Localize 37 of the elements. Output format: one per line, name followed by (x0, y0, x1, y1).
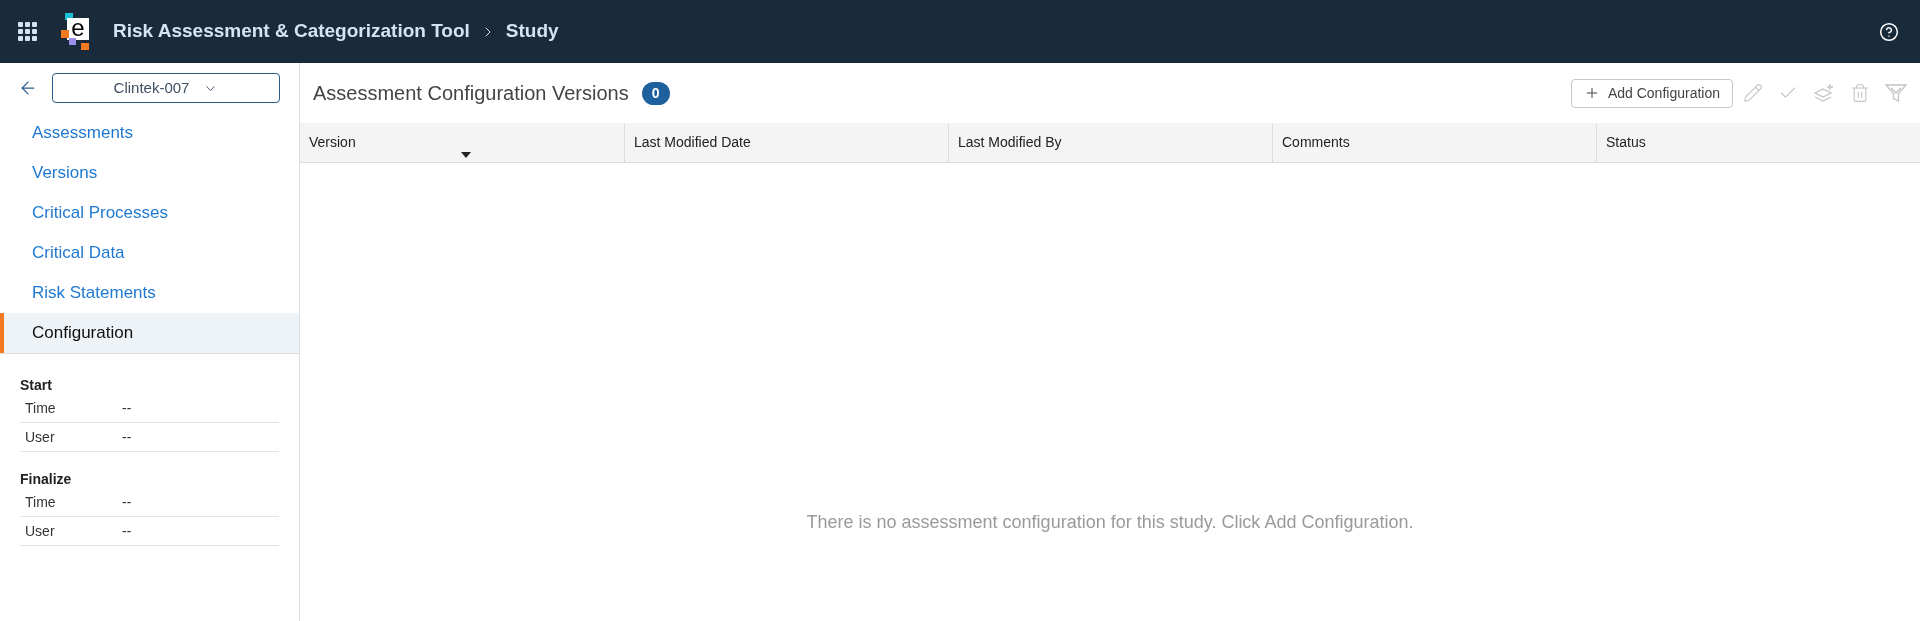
help-icon[interactable] (1879, 21, 1899, 42)
column-header[interactable]: Last Modified By (948, 123, 1272, 162)
nav-item[interactable]: Versions (0, 153, 299, 193)
column-header[interactable]: Last Modified Date (624, 123, 948, 162)
info-label: User (24, 521, 56, 541)
nav-item[interactable]: Critical Data (0, 233, 299, 273)
info-label: Time (24, 492, 57, 512)
info-label: User (24, 427, 56, 447)
app-title: Risk Assessment & Categorization Tool (113, 19, 470, 44)
layers-plus-icon (1813, 83, 1835, 103)
info-value: -- (122, 427, 132, 447)
filter-icon (1885, 83, 1907, 103)
trash-icon (1850, 83, 1870, 103)
column-header[interactable]: Status (1596, 123, 1920, 162)
section-title: Start (20, 377, 53, 394)
nav-item[interactable]: Assessments (0, 113, 299, 153)
apps-grid-icon[interactable] (18, 22, 37, 41)
info-value: -- (122, 521, 132, 541)
logo-square (81, 43, 89, 50)
logo-letter: e (71, 15, 85, 40)
info-value: -- (122, 398, 132, 418)
add-configuration-button[interactable]: Add Configuration (1570, 78, 1733, 108)
nav-item[interactable]: Risk Statements (0, 273, 299, 313)
column-header[interactable]: Comments (1272, 123, 1596, 162)
empty-state-message: There is no assessment configuration for this study. Click Add Configuration. (806, 511, 1414, 533)
sort-descending-icon (461, 152, 471, 158)
page-title: Assessment Configuration Versions (313, 81, 629, 106)
nav-item[interactable]: Configuration (0, 313, 299, 353)
section-title: Finalize (20, 471, 73, 488)
column-header[interactable]: Version (300, 123, 624, 162)
nav-item[interactable]: Critical Processes (0, 193, 299, 233)
breadcrumb-link[interactable]: Study (505, 17, 559, 46)
info-label: Time (24, 398, 57, 418)
info-value: -- (122, 492, 132, 512)
study-dropdown[interactable]: Clintek-007 (52, 73, 280, 103)
pencil-icon (1743, 83, 1763, 103)
count-badge: 0 (641, 81, 670, 105)
